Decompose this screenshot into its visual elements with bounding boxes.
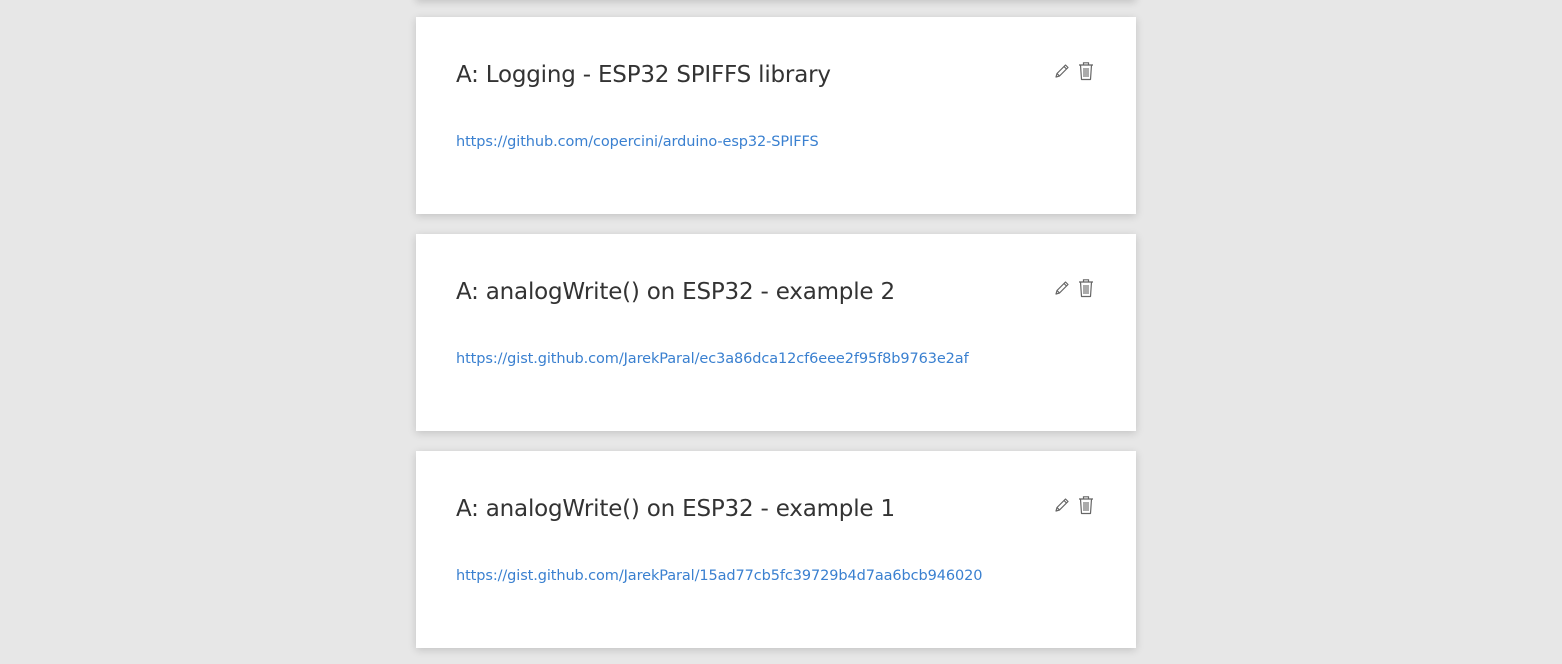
bookmark-card: A: analogWrite() on ESP32 - example 2 ht…: [416, 234, 1136, 431]
edit-button[interactable]: [1052, 494, 1072, 516]
pencil-icon: [1055, 64, 1069, 78]
bookmark-card: A: Logging - ESP32 SPIFFS library https:…: [416, 17, 1136, 214]
edit-button[interactable]: [1052, 60, 1072, 82]
card-link[interactable]: https://github.com/copercini/arduino-esp…: [456, 132, 819, 152]
trash-icon: [1079, 279, 1093, 298]
card-title: A: analogWrite() on ESP32 - example 1: [456, 496, 895, 522]
delete-button[interactable]: [1076, 277, 1096, 299]
card-link[interactable]: https://gist.github.com/JarekParal/ec3a8…: [456, 349, 969, 369]
edit-button[interactable]: [1052, 277, 1072, 299]
card-actions: [1052, 277, 1096, 299]
bookmark-card: A: analogWrite() on ESP32 - example 1 ht…: [416, 451, 1136, 648]
pencil-icon: [1055, 281, 1069, 295]
trash-icon: [1079, 62, 1093, 81]
delete-button[interactable]: [1076, 60, 1096, 82]
trash-icon: [1079, 496, 1093, 515]
card-actions: [1052, 494, 1096, 516]
card-title: A: Logging - ESP32 SPIFFS library: [456, 62, 831, 88]
pencil-icon: [1055, 498, 1069, 512]
card-title: A: analogWrite() on ESP32 - example 2: [456, 279, 895, 305]
delete-button[interactable]: [1076, 494, 1096, 516]
card-actions: [1052, 60, 1096, 82]
card-link[interactable]: https://gist.github.com/JarekParal/15ad7…: [456, 566, 982, 586]
